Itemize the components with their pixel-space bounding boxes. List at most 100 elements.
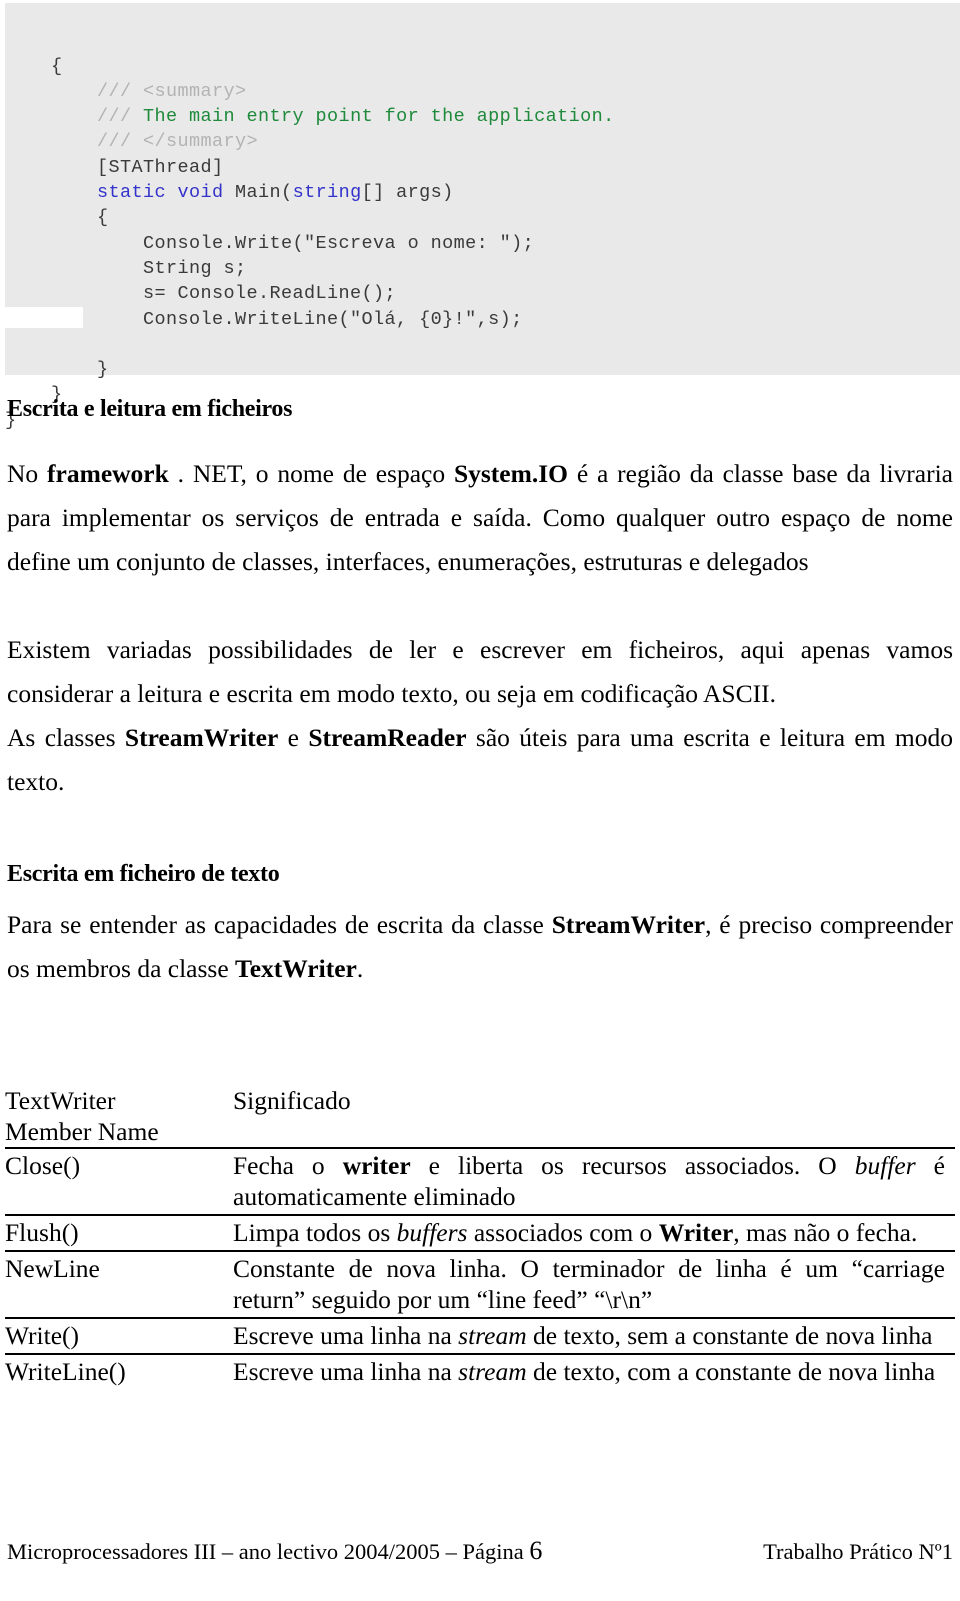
text-run: stream <box>458 1321 527 1350</box>
cell-meaning: Fecha o writer e liberta os recursos ass… <box>233 1147 955 1215</box>
text-run: Writer <box>658 1218 734 1247</box>
code-token: { <box>5 207 109 229</box>
term-streamwriter-2: StreamWriter <box>551 909 706 939</box>
code-token: /// <box>97 106 144 128</box>
code-line <box>5 332 960 357</box>
code-line: Console.Write("Escreva o nome: "); <box>5 231 960 256</box>
cell-meaning: Constante de nova linha. O terminador de… <box>233 1250 955 1318</box>
text-run: . NET, o nome de espaço <box>168 458 454 488</box>
cell-meaning-text: Constante de nova linha. O terminador de… <box>233 1253 945 1315</box>
code-line: { <box>5 54 960 79</box>
cell-meaning-text: Escreve uma linha na stream de texto, se… <box>233 1320 945 1351</box>
text-run: Constante de nova linha. O terminador de… <box>233 1254 945 1314</box>
code-token: [] args) <box>361 182 454 204</box>
cell-member-name: Close() <box>5 1147 233 1215</box>
table-header: TextWriter Member Name Significado <box>5 1085 955 1148</box>
paragraph-classes-stream: As classes StreamWriter e StreamReader s… <box>7 716 953 804</box>
code-token: { <box>5 55 63 77</box>
cell-meaning-text: Escreve uma linha na stream de texto, co… <box>233 1356 945 1387</box>
code-line: [STAThread] <box>5 155 960 180</box>
text-run: Limpa todos os <box>233 1218 397 1247</box>
text-run: de texto, com a constante de nova linha <box>526 1357 936 1386</box>
term-system-io: System.IO <box>453 458 568 488</box>
text-run: e liberta os recursos associados. O <box>410 1151 855 1180</box>
code-token: <summary> <box>143 80 247 102</box>
text-run: Escreve uma linha na <box>233 1321 459 1350</box>
code-line: } <box>5 357 960 382</box>
table-row: WriteLine() Escreve uma linha na stream d… <box>5 1353 955 1389</box>
column-header-member-line2: Member Name <box>5 1117 159 1146</box>
column-header-member-name: TextWriter Member Name <box>5 1085 233 1148</box>
column-header-member-line1: TextWriter <box>5 1086 116 1115</box>
text-run: , mas não o fecha. <box>733 1218 918 1247</box>
code-token: The main entry point for the application… <box>143 106 615 128</box>
code-block-white-notch <box>5 307 83 328</box>
text-run: writer <box>342 1151 411 1180</box>
cell-member-name: Flush() <box>5 1214 233 1251</box>
footer-left: Microprocessadores III – ano lectivo 200… <box>7 1537 542 1566</box>
cell-meaning-text: Limpa todos os buffers associados com o … <box>233 1217 945 1248</box>
cell-meaning-text: Fecha o writer e liberta os recursos ass… <box>233 1150 945 1212</box>
paragraph-system-io: No framework . NET, o nome de espaço Sys… <box>7 452 953 584</box>
table-row: NewLine Constante de nova linha. O termin… <box>5 1250 955 1318</box>
term-framework: framework <box>47 458 169 488</box>
table-body: Close() Fecha o writer e liberta os recur… <box>5 1147 955 1389</box>
cell-meaning: Escreve uma linha na stream de texto, co… <box>233 1353 955 1389</box>
code-token: } <box>5 359 109 381</box>
footer-right: Trabalho Prático Nº1 <box>763 1539 953 1564</box>
code-token: String s; <box>5 257 247 279</box>
code-line: String s; <box>5 256 960 281</box>
document-content: Escrita e leitura em ficheiros No framew… <box>7 395 953 991</box>
term-streamreader: StreamReader <box>308 722 467 752</box>
cell-meaning: Limpa todos os buffers associados com o … <box>233 1214 955 1251</box>
text-run: buffer <box>854 1151 916 1180</box>
table-row: Flush() Limpa todos os buffers associados… <box>5 1214 955 1251</box>
text-run: buffers <box>396 1218 468 1247</box>
table-row: Close() Fecha o writer e liberta os recur… <box>5 1147 955 1215</box>
code-line: { <box>5 205 960 230</box>
code-token: string <box>292 182 362 204</box>
page-footer: Microprocessadores III – ano lectivo 200… <box>7 1537 953 1566</box>
code-token: </summary> <box>143 131 259 153</box>
cell-member-name: NewLine <box>5 1250 233 1318</box>
text-run: No <box>7 458 48 488</box>
term-textwriter: TextWriter <box>235 953 357 983</box>
code-line: /// </summary> <box>5 129 960 154</box>
footer-course-info: Microprocessadores III – ano lectivo 200… <box>7 1539 530 1564</box>
code-token: Console.Write("Escreva o nome: "); <box>5 232 535 254</box>
text-run: Escreve uma linha na <box>233 1357 459 1386</box>
text-run: Fecha o <box>233 1151 343 1180</box>
code-token: Main( <box>235 182 293 204</box>
code-line: /// The main entry point for the applica… <box>5 104 960 129</box>
paragraph-textwriter-intro: Para se entender as capacidades de escri… <box>7 903 953 991</box>
code-token: /// <box>97 131 144 153</box>
cell-meaning: Escreve uma linha na stream de texto, se… <box>233 1317 955 1354</box>
term-streamwriter: StreamWriter <box>124 722 279 752</box>
code-lines: { /// <summary> /// The main entry point… <box>5 54 960 433</box>
heading-escrita-leitura-ficheiros: Escrita e leitura em ficheiros <box>7 396 293 422</box>
cell-member-name: WriteLine() <box>5 1353 233 1389</box>
code-line: Console.WriteLine("Olá, {0}!",s); <box>5 307 960 332</box>
code-token: /// <box>97 80 144 102</box>
textwriter-members-table: TextWriter Member Name Significado Close… <box>5 1085 955 1389</box>
table-header-row: TextWriter Member Name Significado <box>5 1085 955 1148</box>
text-run: stream <box>458 1357 527 1386</box>
heading-escrita-ficheiro-texto: Escrita em ficheiro de texto <box>7 860 280 887</box>
code-token: s= Console.ReadLine(); <box>5 283 397 305</box>
code-line: /// <summary> <box>5 79 960 104</box>
code-line: static void Main(string[] args) <box>5 180 960 205</box>
code-token: [STAThread] <box>5 156 224 178</box>
code-block: { /// <summary> /// The main entry point… <box>5 3 960 431</box>
text-run: de texto, sem a constante de nova linha <box>526 1321 933 1350</box>
code-line: s= Console.ReadLine(); <box>5 281 960 306</box>
cell-member-name: Write() <box>5 1317 233 1354</box>
footer-page-number: 6 <box>529 1536 543 1565</box>
text-run: As classes <box>7 722 125 752</box>
